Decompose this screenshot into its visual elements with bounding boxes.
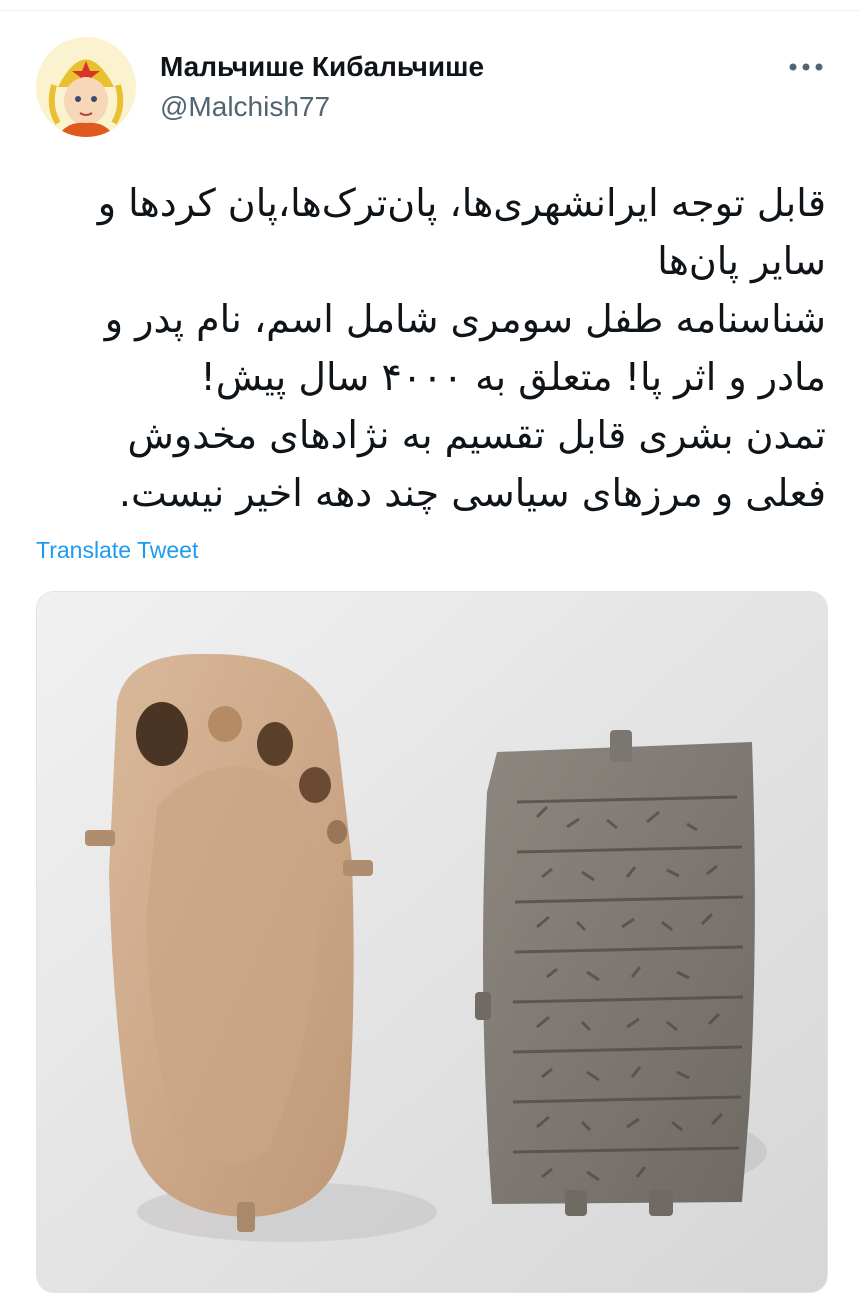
top-divider xyxy=(0,0,860,11)
author-handle[interactable]: @Malchish77 xyxy=(160,90,330,124)
avatar[interactable] xyxy=(36,37,136,137)
tweet-text-line: شناسنامه طفل سومری شامل اسم، نام پدر و xyxy=(104,297,826,341)
tweet-text-line: تمدن بشری قابل تقسیم به نژادهای مخدوش xyxy=(127,413,826,457)
tweet-text-line: فعلی و مرزهای سیاسی چند دهه اخیر نیست. xyxy=(118,471,826,515)
avatar-image xyxy=(36,37,136,137)
tweet-text-line: قابل توجه ایرانشهری‌ها، پان‌ترک‌ها،پان ک… xyxy=(97,181,826,225)
tweet-text: قابل توجه ایرانشهری‌ها، پان‌ترک‌ها،پان ک… xyxy=(36,174,826,522)
tweet-text-line: سایر پان‌ها xyxy=(657,239,826,283)
cuneiform-tablet xyxy=(475,730,755,1216)
more-dots-icon xyxy=(789,63,823,71)
tweet-text-line: مادر و اثر پا! متعلق به ۴۰۰۰ سال پیش! xyxy=(200,355,826,399)
translate-tweet-link[interactable]: Translate Tweet xyxy=(36,536,198,564)
tweet-media-photo[interactable] xyxy=(36,591,828,1293)
photo-clay-footprint-and-tablet xyxy=(37,592,827,1292)
author-name[interactable]: Мальчише Кибальчише xyxy=(160,50,484,84)
more-options-button[interactable] xyxy=(786,52,826,82)
